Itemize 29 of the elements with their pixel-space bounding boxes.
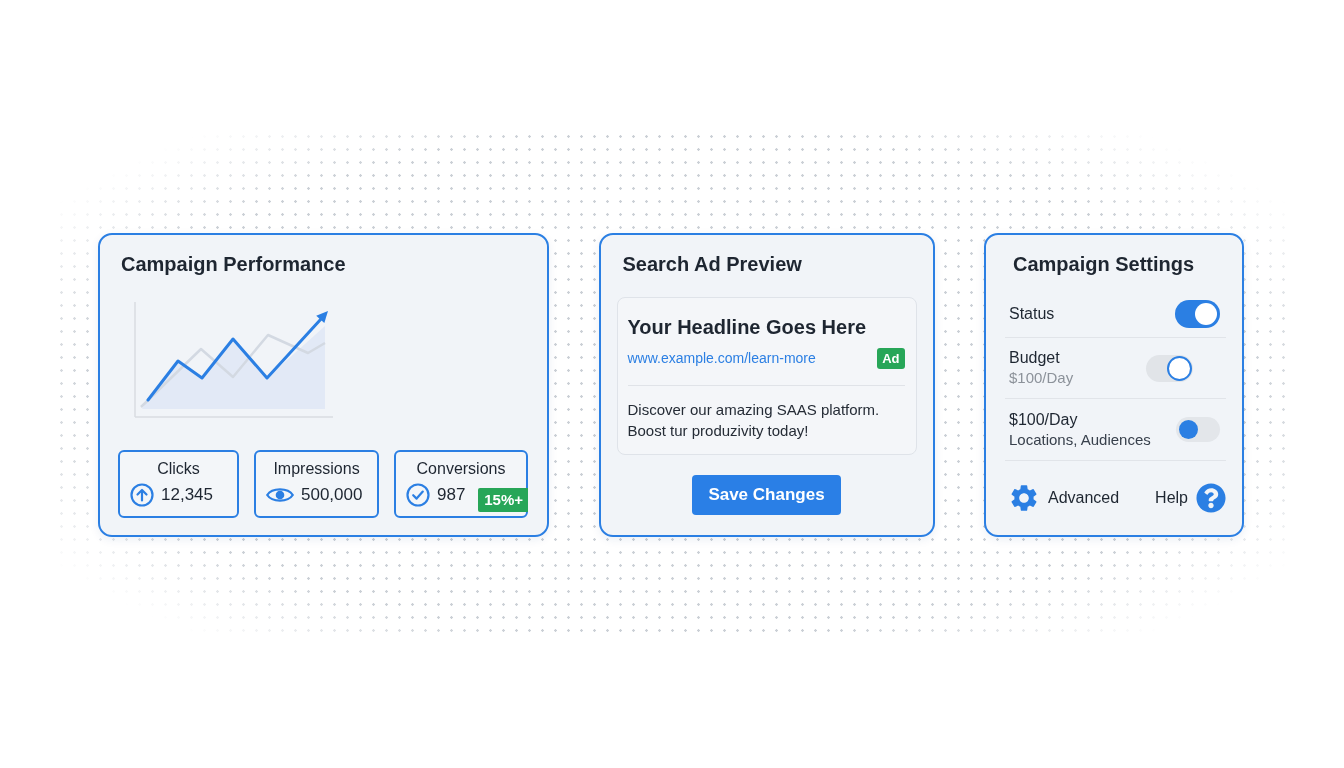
setting-label: Budget: [1009, 348, 1061, 368]
settings-link[interactable]: Advanced: [1008, 482, 1120, 514]
ad-url: www.example.com/learn-more: [627, 350, 816, 366]
stat-value: 987: [437, 485, 466, 505]
card-title: Campaign Settings: [1013, 252, 1196, 276]
setting-label: $100/Day: [1009, 409, 1079, 430]
card-title: Campaign Performance: [121, 252, 347, 276]
setting-label: Status: [1009, 303, 1055, 324]
card-title: Search Ad Preview: [622, 252, 803, 276]
stat-label: Conversions: [416, 459, 506, 479]
stat-label: Clicks: [157, 459, 200, 479]
stat-value: 12,345: [161, 485, 213, 505]
save-button[interactable]: Save Changes: [692, 475, 841, 515]
toggle-switch[interactable]: [1146, 354, 1193, 382]
setting-hint: Locations, Audiences: [1009, 429, 1151, 450]
ad-description: Discover our amazing SAAS platform. Boost tur produzivity today!: [627, 400, 881, 441]
eye-icon: [266, 486, 294, 504]
ad-badge: Ad: [877, 347, 905, 369]
arrow-up-circle-icon: [130, 483, 154, 507]
check-circle-icon: [406, 483, 430, 507]
stat-label: Impressions: [273, 459, 360, 479]
change-badge: 15%+: [478, 488, 528, 512]
help-icon: [1196, 483, 1226, 513]
toggle-switch[interactable]: [1176, 417, 1220, 442]
stat-value: 500,000: [301, 485, 363, 505]
ad-headline: Your Headline Goes Here: [627, 315, 868, 339]
help-link[interactable]: Help: [1155, 483, 1226, 513]
toggle-switch[interactable]: [1175, 299, 1220, 328]
setting-hint: $100/Day: [1009, 368, 1074, 388]
